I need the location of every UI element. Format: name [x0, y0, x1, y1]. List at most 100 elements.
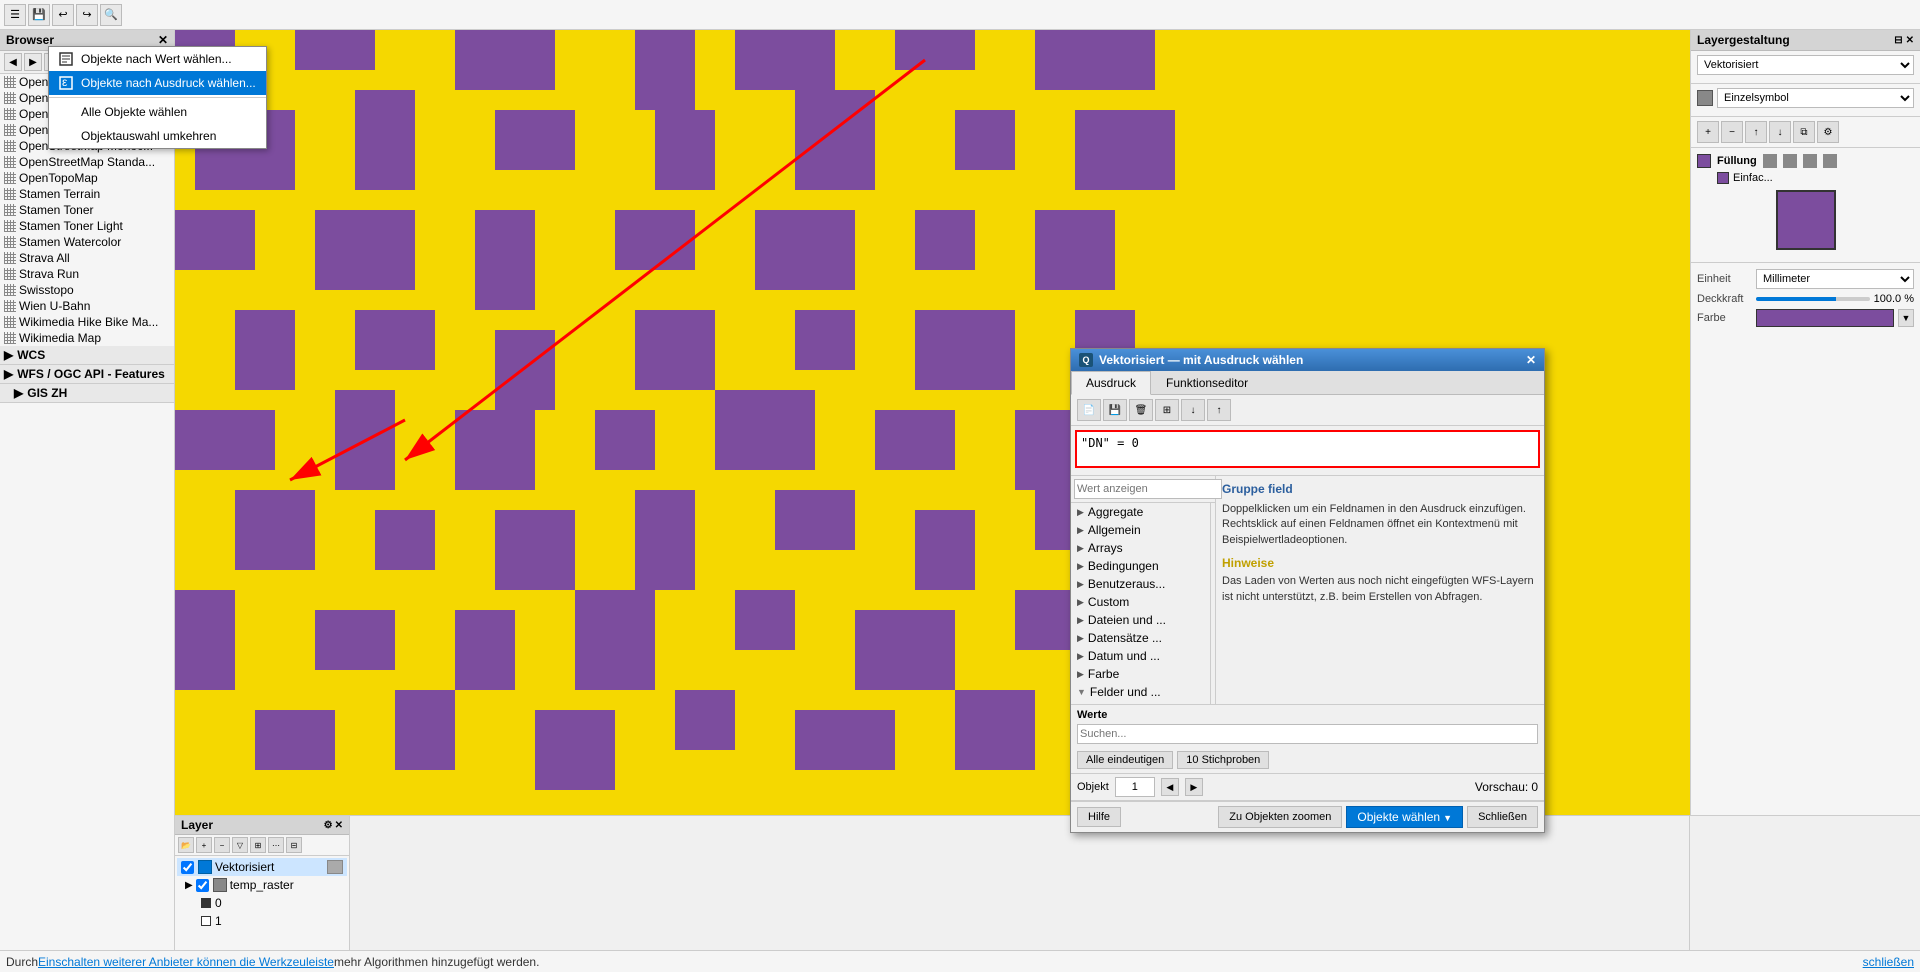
remove-layer-icon[interactable]: −	[1721, 121, 1743, 143]
settings-icon[interactable]: ⚙	[1817, 121, 1839, 143]
alle-eindeutigen-btn[interactable]: Alle eindeutigen	[1077, 751, 1173, 769]
move-fill-up-icon[interactable]	[1803, 154, 1817, 168]
color-swatch[interactable]	[1756, 309, 1894, 327]
layer-add-btn[interactable]: +	[196, 837, 212, 853]
stichproben-btn[interactable]: 10 Stichproben	[1177, 751, 1269, 769]
layer-more-btn[interactable]: ⋯	[268, 837, 284, 853]
tile-icon	[4, 332, 16, 344]
context-menu-item-select-all[interactable]: Alle Objekte wählen	[49, 100, 266, 124]
func-item-arrays[interactable]: ▶Arrays	[1071, 539, 1210, 557]
browser-item-osm-std[interactable]: OpenStreetMap Standa...	[0, 154, 174, 170]
layer-collapse-btn[interactable]: ⊟	[286, 837, 302, 853]
browser-item-swisstopo[interactable]: Swisstopo	[0, 282, 174, 298]
dialog-tb-new-btn[interactable]: 📄	[1077, 399, 1101, 421]
main-toolbar: ☰ 💾 ↩ ↪ 🔍	[0, 0, 1920, 30]
func-item-bedingungen[interactable]: ▶Bedingungen	[1071, 557, 1210, 575]
browser-item-otm[interactable]: OpenTopoMap	[0, 170, 174, 186]
style-type-select[interactable]: Vektorisiert	[1697, 55, 1914, 75]
func-item-custom[interactable]: ▶Custom	[1071, 593, 1210, 611]
dialog-tb-btn4[interactable]: ⊞	[1155, 399, 1179, 421]
symbol-preview-section: Füllung Einfac...	[1691, 148, 1920, 263]
search-btn[interactable]: 🔍	[100, 4, 122, 26]
browser-item-wikimedia-hike[interactable]: Wikimedia Hike Bike Ma...	[0, 314, 174, 330]
objekt-prev-btn[interactable]: ◀	[1161, 778, 1179, 796]
func-item-aggregate[interactable]: ▶Aggregate	[1071, 503, 1210, 521]
browser-item-strava-run[interactable]: Strava Run	[0, 266, 174, 282]
dialog-tb-import-btn[interactable]: ↓	[1181, 399, 1205, 421]
dialog-tab-funktionseditor[interactable]: Funktionseditor	[1151, 371, 1263, 394]
dialog-search-input[interactable]	[1074, 479, 1222, 499]
layer-item-temp-raster[interactable]: ▶ temp_raster	[177, 876, 347, 894]
dialog-tab-ausdruck[interactable]: Ausdruck	[1071, 371, 1151, 395]
layer-group-btn[interactable]: ⊞	[250, 837, 266, 853]
layer-panel-close-icon[interactable]: ✕	[335, 820, 343, 831]
browser-close-icon[interactable]: ✕	[158, 33, 168, 47]
layer-open-btn[interactable]: 📂	[178, 837, 194, 853]
status-link-close[interactable]: schließen	[1863, 955, 1914, 969]
style-properties-section: Einheit Millimeter Deckkraft 100.0 % Far…	[1691, 263, 1920, 337]
layer-list: Vektorisiert ▶ temp_raster 0	[175, 856, 349, 950]
waehlen-btn[interactable]: Objekte wählen ▼	[1346, 806, 1463, 828]
dialog-search-section	[1071, 476, 1215, 503]
func-item-benutzer[interactable]: ▶Benutzeraus...	[1071, 575, 1210, 593]
func-item-datum[interactable]: ▶Datum und ...	[1071, 647, 1210, 665]
remove-fill-icon[interactable]	[1783, 154, 1797, 168]
move-fill-down-icon[interactable]	[1823, 154, 1837, 168]
opacity-slider[interactable]	[1756, 297, 1870, 301]
zoom-btn[interactable]: Zu Objekten zoomen	[1218, 806, 1342, 828]
save-btn[interactable]: 💾	[28, 4, 50, 26]
move-up-icon[interactable]: ↑	[1745, 121, 1767, 143]
func-item-datensaetze[interactable]: ▶Datensätze ...	[1071, 629, 1210, 647]
move-down-icon[interactable]: ↓	[1769, 121, 1791, 143]
browser-section-wcs[interactable]: ▶ WCS	[0, 346, 174, 365]
browser-section-wfs[interactable]: ▶ WFS / OGC API - Features	[0, 365, 174, 384]
dialog-title: Vektorisiert — mit Ausdruck wählen	[1099, 353, 1303, 367]
browser-item-stamen-terrain[interactable]: Stamen Terrain	[0, 186, 174, 202]
dialog-tb-delete-btn[interactable]: 🗑	[1129, 399, 1153, 421]
right-panel-undock-icon[interactable]: ⊟	[1894, 35, 1902, 46]
browser-item-stamen-watercolor[interactable]: Stamen Watercolor	[0, 234, 174, 250]
duplicate-icon[interactable]: ⧉	[1793, 121, 1815, 143]
func-item-dateien[interactable]: ▶Dateien und ...	[1071, 611, 1210, 629]
layer-item-vektorisiert[interactable]: Vektorisiert	[177, 858, 347, 876]
undo-btn[interactable]: ↩	[52, 4, 74, 26]
func-item-farbe[interactable]: ▶Farbe	[1071, 665, 1210, 683]
symbol-type-select[interactable]: Einzelsymbol	[1717, 88, 1914, 108]
redo-btn[interactable]: ↪	[76, 4, 98, 26]
browser-item-stamen-toner[interactable]: Stamen Toner	[0, 202, 174, 218]
layer-filter-btn[interactable]: ▽	[232, 837, 248, 853]
context-menu-item-by-expr[interactable]: ε Objekte nach Ausdruck wählen...	[49, 71, 266, 95]
layer-remove-btn[interactable]: −	[214, 837, 230, 853]
browser-item-wien[interactable]: Wien U-Bahn	[0, 298, 174, 314]
layer-checkbox-temp-raster[interactable]	[196, 879, 209, 892]
dialog-close-icon[interactable]: ✕	[1526, 353, 1536, 367]
dialog-tb-export-btn[interactable]: ↑	[1207, 399, 1231, 421]
objekt-next-btn[interactable]: ▶	[1185, 778, 1203, 796]
layer-checkbox-vektorisiert[interactable]	[181, 861, 194, 874]
context-menu-item-by-value[interactable]: Objekte nach Wert wählen...	[49, 47, 266, 71]
browser-item-stamen-light[interactable]: Stamen Toner Light	[0, 218, 174, 234]
add-layer-icon[interactable]: +	[1697, 121, 1719, 143]
browser-nav-forward[interactable]: ▶	[24, 53, 42, 71]
browser-item-wikimedia[interactable]: Wikimedia Map	[0, 330, 174, 346]
objekt-input[interactable]	[1115, 777, 1155, 797]
add-fill-icon[interactable]	[1763, 154, 1777, 168]
expr-input[interactable]: "DN" = 0	[1075, 430, 1540, 468]
browser-item-strava-all[interactable]: Strava All	[0, 250, 174, 266]
unit-select[interactable]: Millimeter	[1756, 269, 1914, 289]
dialog-tb-save-btn[interactable]: 💾	[1103, 399, 1127, 421]
context-menu-item-invert[interactable]: Objektauswahl umkehren	[49, 124, 266, 148]
func-item-allgemein[interactable]: ▶Allgemein	[1071, 521, 1210, 539]
menu-btn[interactable]: ☰	[4, 4, 26, 26]
schliessen-btn[interactable]: Schließen	[1467, 806, 1538, 828]
color-dropdown-icon[interactable]: ▼	[1898, 309, 1914, 327]
hilfe-btn[interactable]: Hilfe	[1077, 807, 1121, 827]
func-item-null[interactable]: NULL	[1071, 701, 1210, 704]
right-panel-close-icon[interactable]: ✕	[1906, 35, 1914, 46]
werte-search-input[interactable]	[1077, 724, 1538, 744]
browser-section-gis[interactable]: ▶ GIS ZH	[0, 384, 174, 403]
layer-panel-settings-icon[interactable]: ⚙	[324, 820, 333, 831]
status-link-1[interactable]: Einschalten weiterer Anbieter können die…	[38, 955, 334, 969]
browser-nav-back[interactable]: ◀	[4, 53, 22, 71]
func-item-felder[interactable]: ▼Felder und ...	[1071, 683, 1210, 701]
